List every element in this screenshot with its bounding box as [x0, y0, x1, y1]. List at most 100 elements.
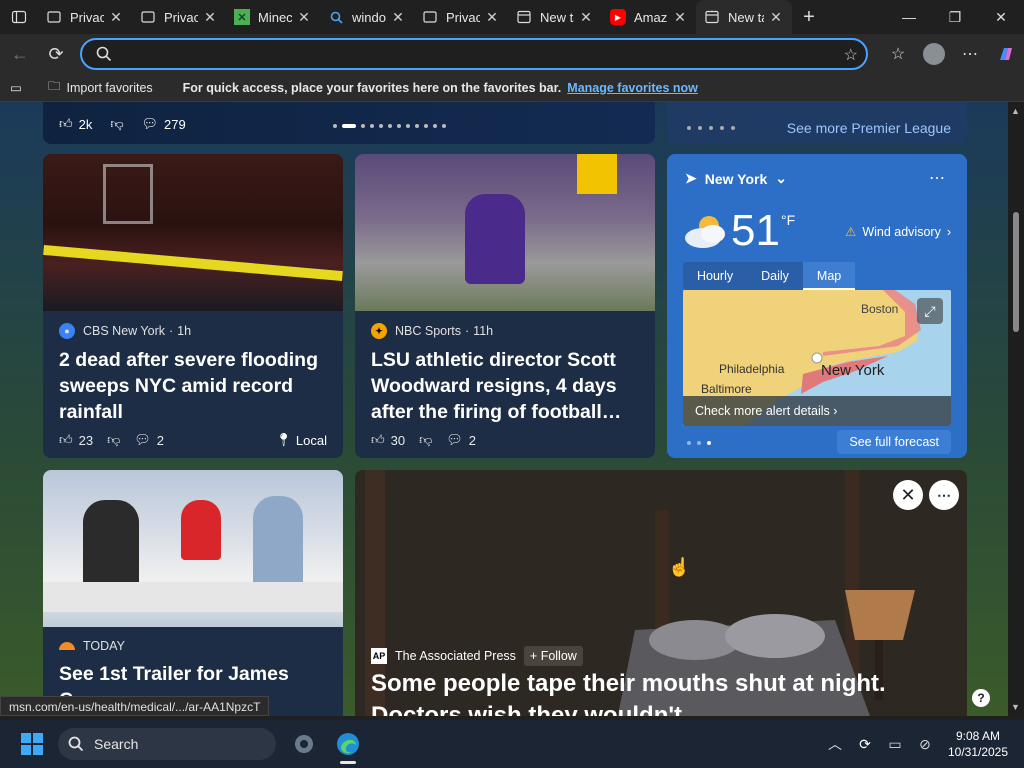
chevron-down-icon: ⌄	[775, 170, 787, 186]
dislike-button[interactable]: 👎︎	[107, 432, 120, 448]
weather-location-selector[interactable]: ➤ New York ⌄	[685, 170, 787, 187]
favorites-bar: ▭ 🗀 Import favorites For quick access, p…	[0, 74, 1024, 102]
news-image	[355, 154, 655, 311]
close-icon[interactable]: ✕	[108, 9, 124, 26]
news-card-lsu[interactable]: ✦ NBC Sports · 11h LSU athletic director…	[355, 154, 655, 458]
tab-label: Privacy erro	[446, 9, 480, 25]
tab-privacy-error-1[interactable]: Privacy erro ✕	[38, 0, 132, 34]
tab-actions-button[interactable]	[0, 0, 38, 34]
tab-minecraft[interactable]: ✕ Minec ✕	[226, 0, 320, 34]
comment-button[interactable]: 💬︎ 2	[446, 432, 476, 448]
news-card-today[interactable]: TODAY See 1st Trailer for James C…	[43, 470, 343, 716]
copilot-icon[interactable]	[988, 36, 1024, 72]
help-icon[interactable]: ?	[972, 689, 990, 707]
card-actions: 👍︎ 2k 👎︎ 💬︎ 279	[59, 116, 186, 132]
card-actions: 👍︎ 30 👎︎ 💬︎ 2	[371, 432, 476, 448]
tab-hourly[interactable]: Hourly	[683, 262, 747, 290]
tab-search-windows[interactable]: windo ✕	[320, 0, 414, 34]
expand-map-icon[interactable]: ⤢	[917, 298, 943, 324]
close-icon[interactable]: ✕	[768, 9, 784, 26]
headline[interactable]: 2 dead after severe flooding sweeps NYC …	[59, 347, 327, 425]
address-input[interactable]	[122, 46, 822, 62]
scroll-up-icon[interactable]: ▲	[1011, 106, 1020, 116]
minimize-button[interactable]: —	[886, 0, 932, 34]
headline[interactable]: LSU athletic director Scott Woodward res…	[371, 347, 639, 425]
see-full-forecast-button[interactable]: See full forecast	[837, 430, 951, 454]
headline[interactable]: Some people tape their mouths shut at ni…	[371, 668, 931, 716]
news-card-flooding[interactable]: ● CBS New York · 1h 2 dead after severe …	[43, 154, 343, 458]
taskbar-search[interactable]: Search	[58, 728, 276, 760]
edge-app-icon[interactable]	[328, 724, 368, 764]
display-icon[interactable]: ▭	[880, 736, 910, 753]
location-name: New York	[704, 170, 768, 187]
back-button[interactable]: ←	[2, 36, 38, 72]
chevron-right-icon: ›	[946, 224, 951, 239]
close-icon[interactable]: ✕	[578, 9, 594, 26]
taskbar-clock[interactable]: 9:08 AM 10/31/2025	[940, 728, 1016, 760]
close-icon[interactable]: ✕	[202, 9, 218, 26]
start-button[interactable]	[12, 724, 52, 764]
more-options-icon[interactable]: ⋯	[929, 168, 945, 188]
sync-icon[interactable]: ⟳	[850, 736, 880, 753]
favorite-star-icon[interactable]: ☆	[844, 45, 858, 65]
minecraft-icon: ✕	[234, 9, 250, 25]
restore-button[interactable]: ❐	[932, 0, 978, 34]
tab-new-tab-1[interactable]: New ta ✕	[508, 0, 602, 34]
cbs-logo-icon: ●	[59, 323, 75, 339]
address-bar[interactable]: ☆	[80, 38, 868, 70]
close-window-button[interactable]: ✕	[978, 0, 1024, 34]
more-options-icon[interactable]: ⋯	[952, 36, 988, 72]
like-button[interactable]: 👍︎ 2k	[59, 116, 92, 132]
close-icon[interactable]: ✕	[672, 9, 688, 26]
tab-new-tab-active[interactable]: New ta ✕	[696, 0, 792, 34]
comment-button[interactable]: 💬︎ 2	[134, 432, 164, 448]
settings-app-icon[interactable]	[284, 724, 324, 764]
favorites-bar-message: For quick access, place your favorites h…	[182, 80, 562, 95]
carousel-dots	[687, 441, 711, 445]
tab-label: Amazi	[634, 9, 668, 25]
dislike-button[interactable]: 👎︎	[419, 432, 432, 448]
import-favorites-button[interactable]: 🗀 Import favorites	[48, 77, 153, 98]
like-count: 30	[390, 432, 406, 448]
like-button[interactable]: 👍︎ 30	[371, 432, 405, 448]
tab-privacy-error-3[interactable]: Privacy erro ✕	[414, 0, 508, 34]
tab-label: Minec	[258, 9, 292, 25]
top-carousel-card[interactable]: 👍︎ 2k 👎︎ 💬︎ 279	[43, 102, 655, 144]
import-favorites-label: Import favorites	[66, 80, 153, 95]
close-icon[interactable]: ✕	[484, 9, 500, 26]
reading-list-icon[interactable]: ▭	[10, 80, 26, 95]
network-off-icon[interactable]: ⊘	[910, 736, 940, 753]
status-url-bar: msn.com/en-us/health/medical/.../ar-AA1N…	[0, 696, 270, 716]
like-button[interactable]: 👍︎ 23	[59, 432, 93, 448]
clock-date: 10/31/2025	[947, 745, 1009, 759]
comment-button[interactable]: 💬︎ 279	[142, 116, 186, 132]
post-time: 11h	[473, 324, 494, 338]
wind-advisory-link[interactable]: ⚠ Wind advisory ›	[845, 224, 951, 240]
refresh-button[interactable]: ⟳	[38, 36, 74, 72]
close-icon[interactable]: ✕	[893, 480, 923, 510]
profile-avatar[interactable]	[916, 36, 952, 72]
alert-details-link[interactable]: Check more alert details ›	[683, 396, 951, 426]
scrollbar-thumb[interactable]	[1013, 212, 1019, 332]
close-icon[interactable]: ✕	[296, 9, 312, 26]
dislike-button[interactable]: 👎︎	[110, 116, 123, 132]
close-icon[interactable]: ✕	[390, 9, 406, 26]
more-options-icon[interactable]: ⋯	[929, 480, 959, 510]
weather-map[interactable]: Boston Philadelphia Baltimore New York ⤢…	[683, 290, 951, 426]
tab-youtube[interactable]: ▶ Amazi ✕	[602, 0, 696, 34]
page-scrollbar[interactable]: ▲ ▼	[1008, 102, 1024, 716]
tab-privacy-error-2[interactable]: Privacy erro ✕	[132, 0, 226, 34]
follow-button[interactable]: + Follow	[523, 646, 583, 666]
comment-icon: 💬︎	[134, 432, 151, 447]
chevron-up-icon[interactable]: ︿	[820, 734, 850, 754]
news-card-mouth-tape[interactable]: ✕ ⋯ AP The Associated Press + Follow Som…	[355, 470, 967, 716]
see-more-premier-league-link[interactable]: See more Premier League	[787, 120, 951, 136]
new-tab-button[interactable]: +	[792, 6, 826, 29]
manage-favorites-link[interactable]: Manage favorites now	[567, 81, 698, 95]
comment-icon: 💬︎	[141, 116, 159, 131]
tab-map[interactable]: Map	[802, 262, 856, 290]
tab-daily[interactable]: Daily	[747, 262, 803, 290]
local-badge[interactable]: 📍︎ Local	[275, 432, 327, 448]
favorites-icon[interactable]: ☆	[880, 36, 916, 72]
scroll-down-icon[interactable]: ▼	[1011, 702, 1020, 712]
